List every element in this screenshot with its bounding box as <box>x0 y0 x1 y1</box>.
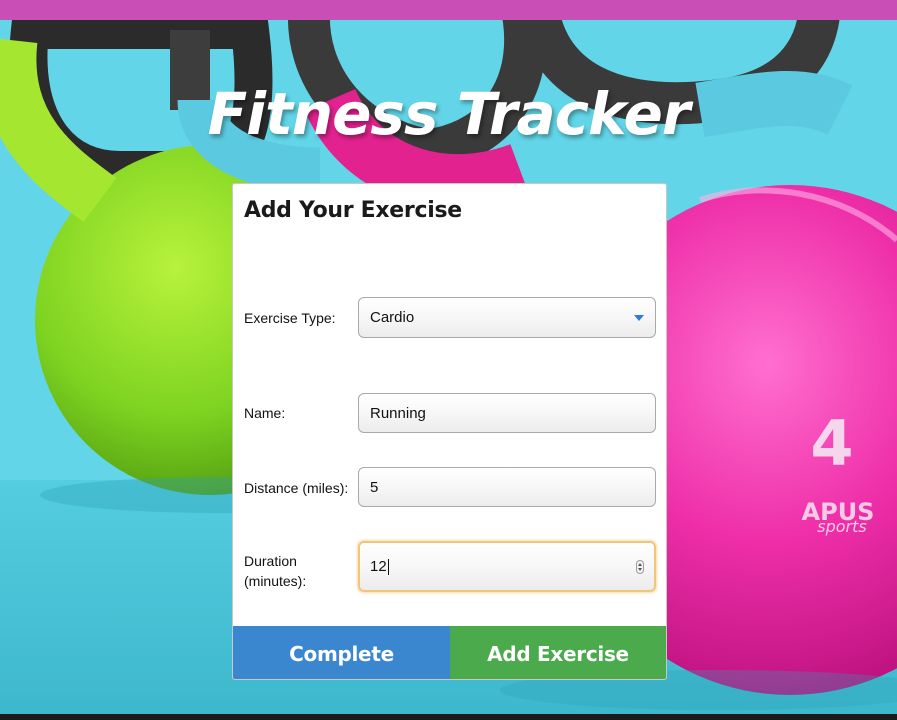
exercise-type-label: Exercise Type: <box>244 310 336 326</box>
bottom-edge-bar <box>0 714 897 720</box>
duration-value: 12 <box>370 558 387 575</box>
number-spinner-icon[interactable] <box>636 559 644 574</box>
kettlebell-weight-text: 4 <box>810 407 853 480</box>
complete-button[interactable]: Complete <box>233 626 450 679</box>
duration-label-line2: (minutes): <box>244 573 307 589</box>
duration-label: Duration (minutes): <box>244 551 306 591</box>
name-input[interactable]: Running <box>358 393 656 433</box>
distance-input[interactable]: 5 <box>358 467 656 507</box>
add-exercise-button[interactable]: Add Exercise <box>450 626 666 679</box>
distance-value: 5 <box>370 478 379 496</box>
brand-sub-text: sports <box>817 517 866 536</box>
form-heading: Add Your Exercise <box>244 198 462 223</box>
name-label: Name: <box>244 405 286 421</box>
duration-input[interactable]: 12 <box>358 541 656 592</box>
app-title: Fitness Tracker <box>207 80 691 148</box>
page-background: 4 APUS sports Fitness Tracker Add Your E… <box>0 0 897 720</box>
add-exercise-form: Add Your Exercise Exercise Type: Cardio … <box>232 183 667 680</box>
top-banner-bar <box>0 0 897 20</box>
exercise-type-value: Cardio <box>370 309 415 326</box>
exercise-type-select[interactable]: Cardio <box>358 297 656 338</box>
text-caret <box>387 558 389 575</box>
name-value: Running <box>370 404 426 422</box>
dropdown-arrow-icon <box>634 314 644 321</box>
distance-label: Distance (miles): <box>244 480 349 496</box>
duration-label-line1: Duration <box>244 553 297 569</box>
